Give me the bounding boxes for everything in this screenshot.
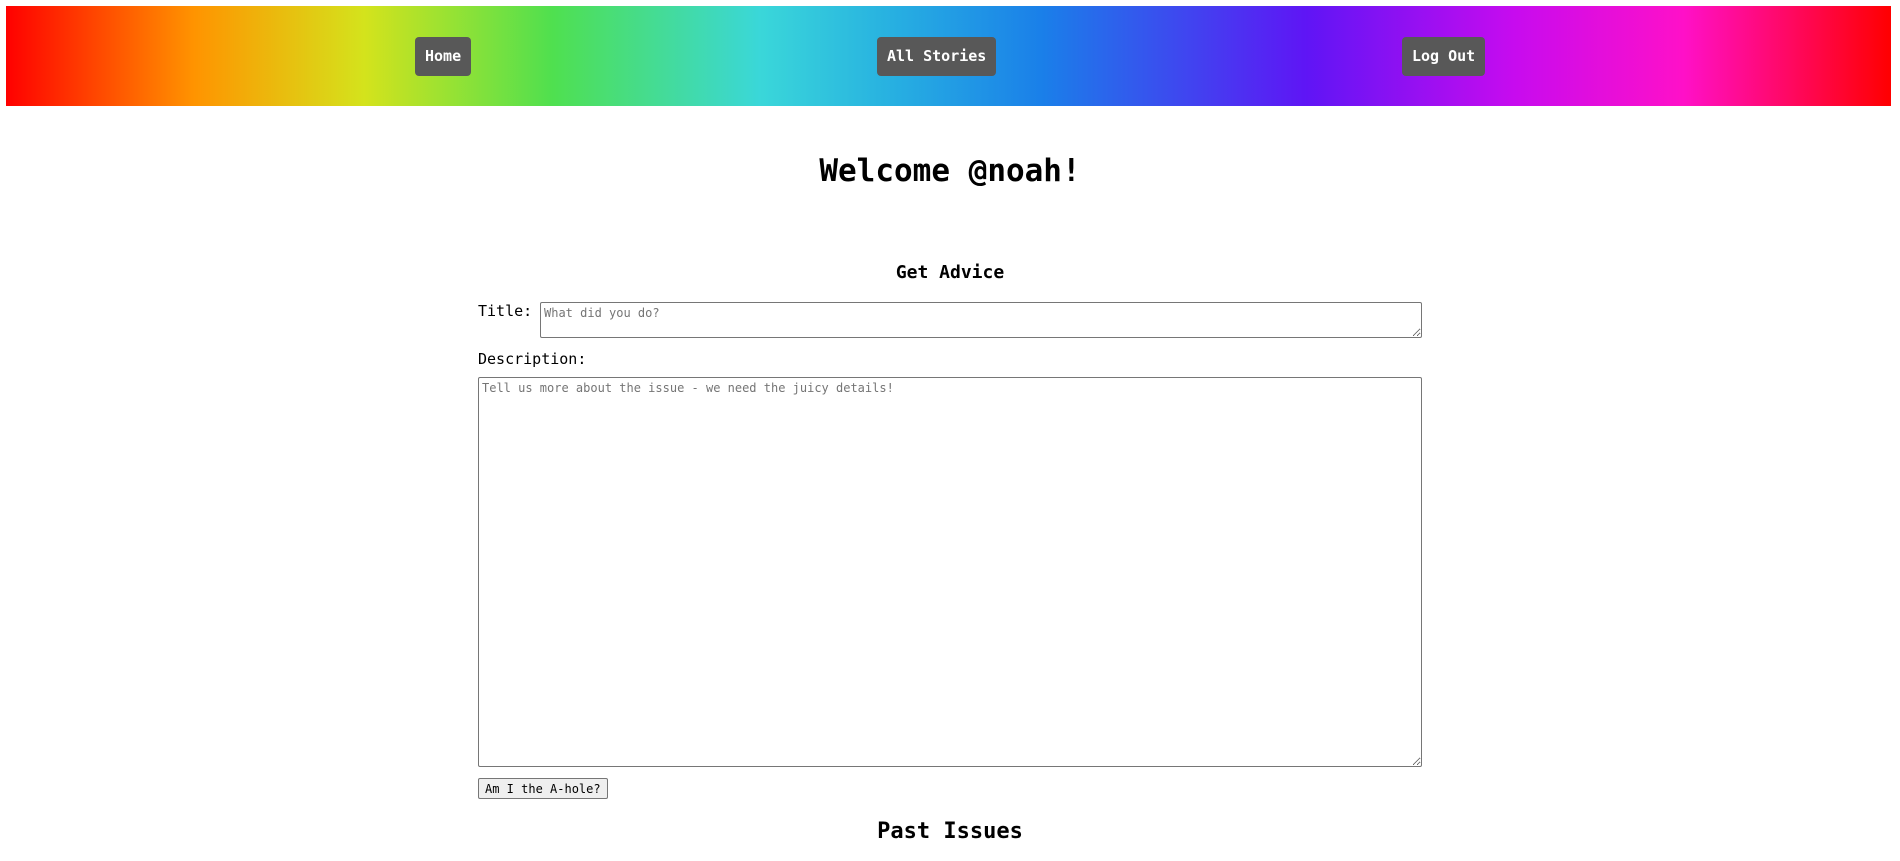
description-input[interactable] — [478, 377, 1422, 767]
description-label: Description: — [478, 350, 587, 368]
submit-button[interactable]: Am I the A-hole? — [478, 778, 608, 799]
get-advice-heading: Get Advice — [895, 262, 1005, 283]
nav-home-button[interactable]: Home — [415, 37, 472, 76]
title-input[interactable] — [540, 302, 1422, 338]
welcome-heading: Welcome @noah! — [819, 153, 1081, 189]
nav-all-stories-button[interactable]: All Stories — [877, 37, 997, 76]
past-issues-heading: Past Issues — [877, 819, 1023, 844]
page: Home All Stories Log Out Welcome @noah! … — [0, 0, 1900, 861]
title-label: Title: — [478, 302, 533, 320]
nav-logout-button[interactable]: Log Out — [1402, 37, 1486, 76]
rainbow-navbar: Home All Stories Log Out — [6, 6, 1891, 106]
